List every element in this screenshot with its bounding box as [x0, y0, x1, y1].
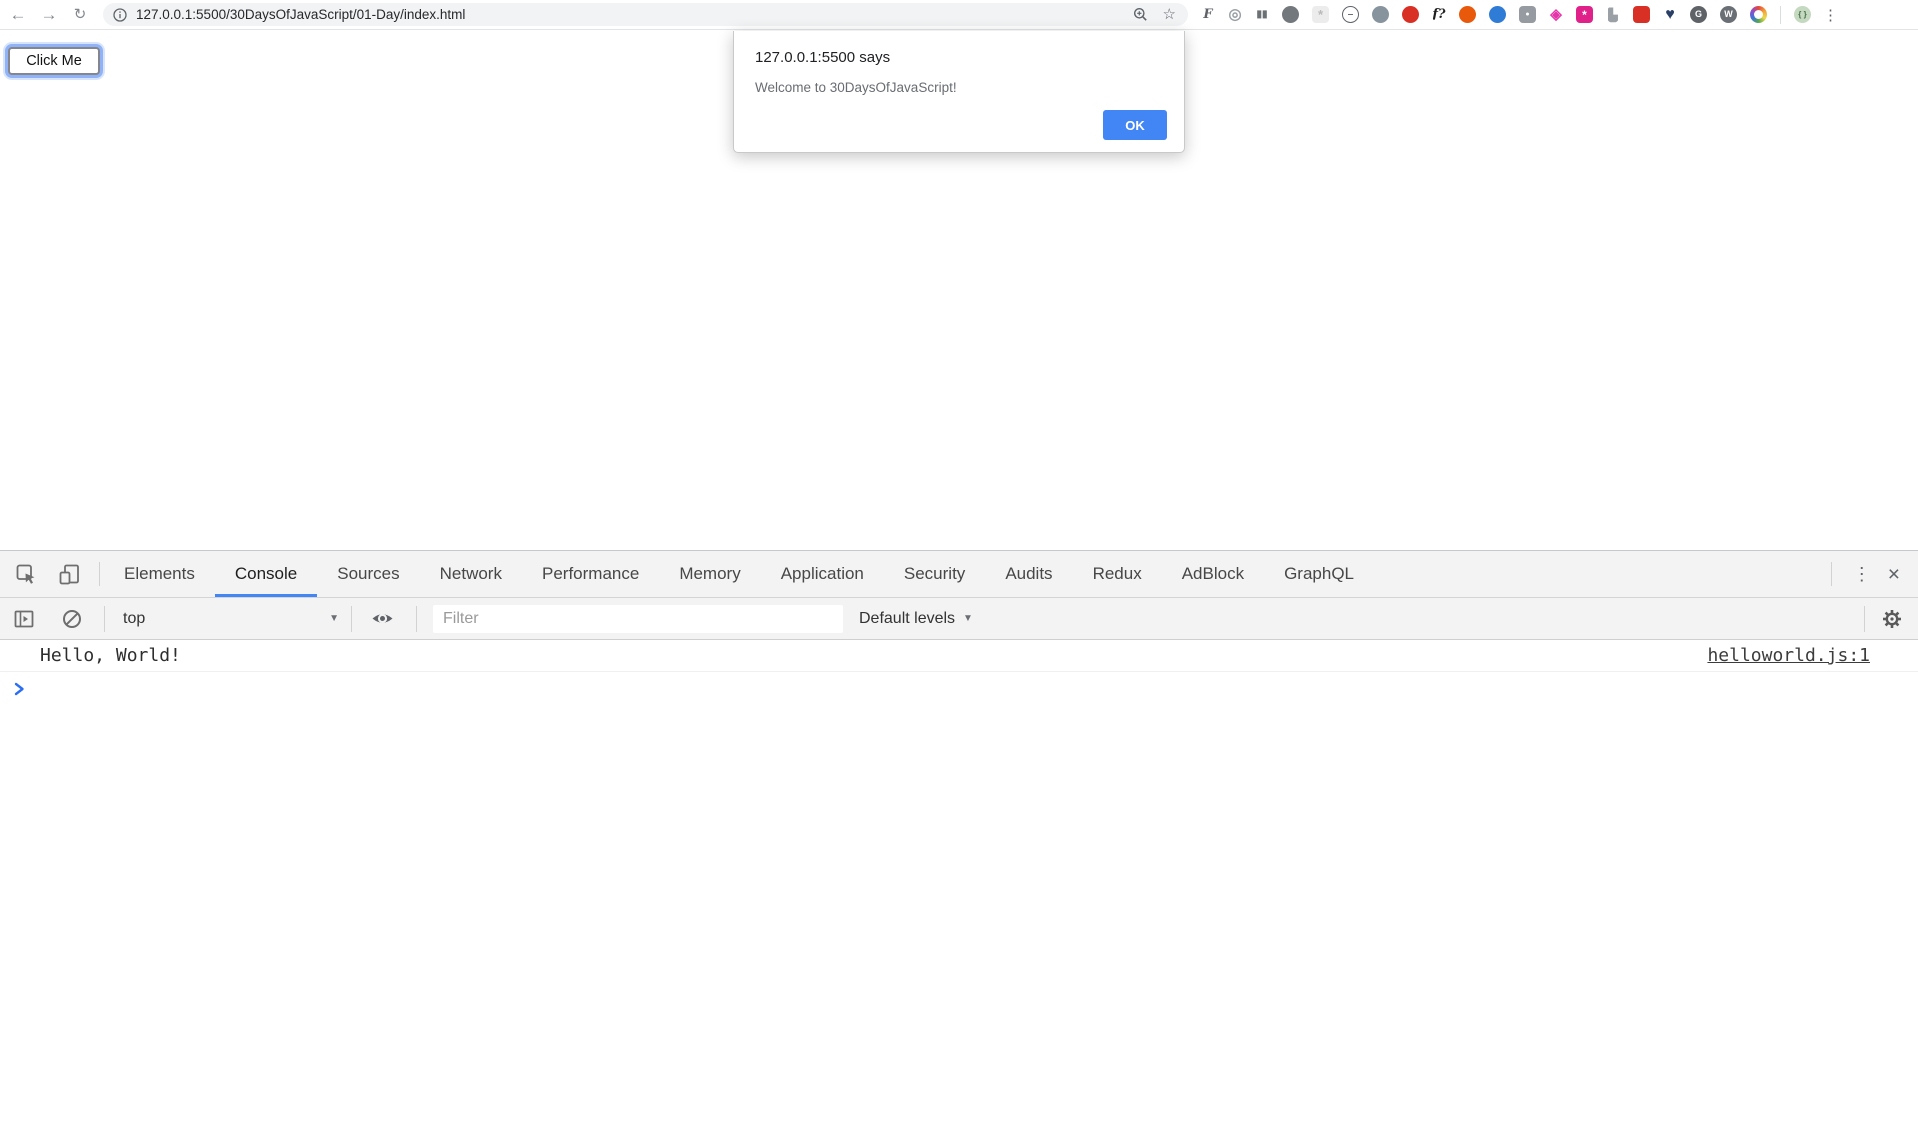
reload-icon[interactable]: ↻	[69, 7, 91, 22]
divider	[99, 562, 100, 586]
font-f-extension-icon[interactable]: F	[1201, 6, 1215, 23]
address-bar[interactable]: 127.0.0.1:5500/30DaysOfJavaScript/01-Day…	[103, 3, 1188, 26]
context-label: top	[123, 610, 145, 628]
devtools-tabbar: Elements Console Sources Network Perform…	[0, 551, 1918, 598]
json-viewer-extension-icon-glyph: { }	[1798, 11, 1806, 19]
console-log-message: Hello, World!	[40, 645, 181, 666]
pink-gear-extension-icon[interactable]: *	[1576, 6, 1593, 23]
bookmark-star-icon[interactable]: ☆	[1163, 7, 1176, 22]
alert-dialog: 127.0.0.1:5500 says Welcome to 30DaysOfJ…	[733, 31, 1185, 153]
pink-gear-extension-icon-glyph: *	[1582, 9, 1587, 21]
chevron-down-icon: ▼	[329, 613, 339, 624]
console-toolbar: top ▼ Default levels ▼	[0, 598, 1918, 640]
heart-search-extension-icon-glyph: ♥	[1665, 7, 1675, 23]
hand-block-extension-icon[interactable]	[1402, 6, 1419, 23]
eyedropper-extension-icon[interactable]	[1372, 6, 1389, 23]
extensions-strip: F ◎ ▮▮ * ‒ f? ● ◈ * ▙ ♥ G W { }	[1201, 6, 1811, 24]
font-finder-extension-icon[interactable]: f?	[1432, 6, 1446, 23]
camera-extension-icon[interactable]: ●	[1519, 6, 1536, 23]
minus-circle-extension-icon[interactable]: ‒	[1342, 6, 1359, 23]
divider	[1864, 606, 1865, 632]
disabled-gear-extension-icon[interactable]: *	[1312, 6, 1329, 23]
url-text[interactable]: 127.0.0.1:5500/30DaysOfJavaScript/01-Day…	[136, 7, 465, 22]
browser-toolbar: ← → ↻ 127.0.0.1:5500/30DaysOfJavaScript/…	[0, 0, 1918, 30]
circle-g-extension-icon-glyph: G	[1695, 10, 1702, 19]
lens-extension-icon-glyph: ◎	[1228, 7, 1241, 22]
page-content: Click Me 127.0.0.1:5500 says Welcome to …	[0, 31, 1918, 550]
devtools-tab-adblock[interactable]: AdBlock	[1162, 551, 1264, 597]
log-levels-label: Default levels	[859, 610, 955, 628]
site-info-icon[interactable]	[113, 8, 127, 22]
font-f-extension-icon-glyph: F	[1203, 8, 1212, 21]
graphql-docs-extension-icon[interactable]: ◈	[1549, 6, 1563, 23]
alert-title: 127.0.0.1:5500 says	[755, 49, 1163, 66]
zoom-page-icon[interactable]	[1133, 7, 1148, 22]
heart-search-extension-icon[interactable]: ♥	[1663, 6, 1677, 23]
disabled-gear-extension-icon-glyph: *	[1318, 8, 1323, 21]
font-finder-extension-icon-glyph: f?	[1432, 8, 1445, 21]
devtools-tab-sources[interactable]: Sources	[317, 551, 419, 597]
click-me-button[interactable]: Click Me	[8, 47, 100, 75]
forward-icon[interactable]: →	[38, 6, 60, 23]
devtools-tab-audits[interactable]: Audits	[985, 551, 1072, 597]
devtools-tab-security[interactable]: Security	[884, 551, 985, 597]
console-prompt[interactable]	[0, 672, 1918, 706]
clear-console-icon[interactable]	[61, 608, 83, 630]
console-filter-input[interactable]	[433, 605, 843, 633]
alert-message: Welcome to 30DaysOfJavaScript!	[755, 80, 1163, 95]
rainbow-ring-extension-icon-hole	[1754, 10, 1763, 19]
split-columns-extension-icon-glyph: ▮▮	[1256, 10, 1267, 20]
alert-ok-button[interactable]: OK	[1103, 110, 1167, 140]
blocks-extension-icon-glyph: ▙	[1608, 9, 1617, 21]
devtools-tab-redux[interactable]: Redux	[1073, 551, 1162, 597]
split-columns-extension-icon[interactable]: ▮▮	[1255, 6, 1269, 23]
red-bookmark-extension-icon[interactable]	[1633, 6, 1650, 23]
blocks-extension-icon[interactable]: ▙	[1606, 6, 1620, 23]
live-expression-eye-icon[interactable]	[370, 606, 395, 631]
devtools-tab-elements[interactable]: Elements	[104, 551, 215, 597]
bug-extension-icon[interactable]	[1282, 6, 1299, 23]
console-prompt-chevron-icon	[14, 682, 25, 696]
console-log-row: Hello, World! helloworld.js:1	[0, 640, 1918, 672]
minus-circle-extension-icon-glyph: ‒	[1348, 10, 1353, 19]
console-settings-gear-icon[interactable]	[1881, 608, 1903, 630]
devtools-tab-console[interactable]: Console	[215, 551, 317, 597]
console-source-link[interactable]: helloworld.js:1	[1707, 645, 1870, 666]
browser-window: ← → ↻ 127.0.0.1:5500/30DaysOfJavaScript/…	[0, 0, 1918, 1146]
devtools-tab-graphql[interactable]: GraphQL	[1264, 551, 1374, 597]
devtools-tab-memory[interactable]: Memory	[659, 551, 760, 597]
lens-extension-icon[interactable]: ◎	[1228, 6, 1242, 23]
circle-w-extension-icon-glyph: W	[1724, 10, 1733, 19]
camera-extension-icon-glyph: ●	[1525, 11, 1529, 18]
back-icon[interactable]: ←	[7, 6, 29, 23]
devtools-menu-icon[interactable]: ⋮	[1853, 564, 1871, 585]
browser-menu-icon[interactable]: ⋮	[1823, 6, 1838, 24]
circle-w-extension-icon[interactable]: W	[1720, 6, 1737, 23]
devtools-tab-network[interactable]: Network	[420, 551, 522, 597]
chevron-down-icon: ▼	[963, 613, 973, 624]
divider	[351, 606, 352, 632]
devtools-tab-application[interactable]: Application	[761, 551, 884, 597]
json-viewer-extension-icon[interactable]: { }	[1794, 6, 1811, 23]
megaphone-extension-icon[interactable]	[1459, 6, 1476, 23]
divider	[1831, 562, 1832, 586]
javascript-context-select[interactable]: top ▼	[105, 610, 345, 628]
toolbar-separator	[1780, 6, 1781, 24]
devtools-tab-performance[interactable]: Performance	[522, 551, 659, 597]
console-sidebar-icon[interactable]	[13, 608, 35, 630]
circle-g-extension-icon[interactable]: G	[1690, 6, 1707, 23]
log-levels-select[interactable]: Default levels ▼	[859, 610, 973, 628]
blue-globe-extension-icon[interactable]	[1489, 6, 1506, 23]
graphql-docs-extension-icon-glyph: ◈	[1550, 7, 1562, 22]
devtools-close-icon[interactable]: ×	[1888, 564, 1900, 585]
inspect-element-icon[interactable]	[15, 563, 38, 586]
divider	[416, 606, 417, 632]
rainbow-ring-extension-icon[interactable]	[1750, 6, 1767, 23]
devtools-panel: Elements Console Sources Network Perform…	[0, 550, 1918, 1146]
console-output: Hello, World! helloworld.js:1	[0, 640, 1918, 1146]
device-toolbar-icon[interactable]	[58, 563, 81, 586]
